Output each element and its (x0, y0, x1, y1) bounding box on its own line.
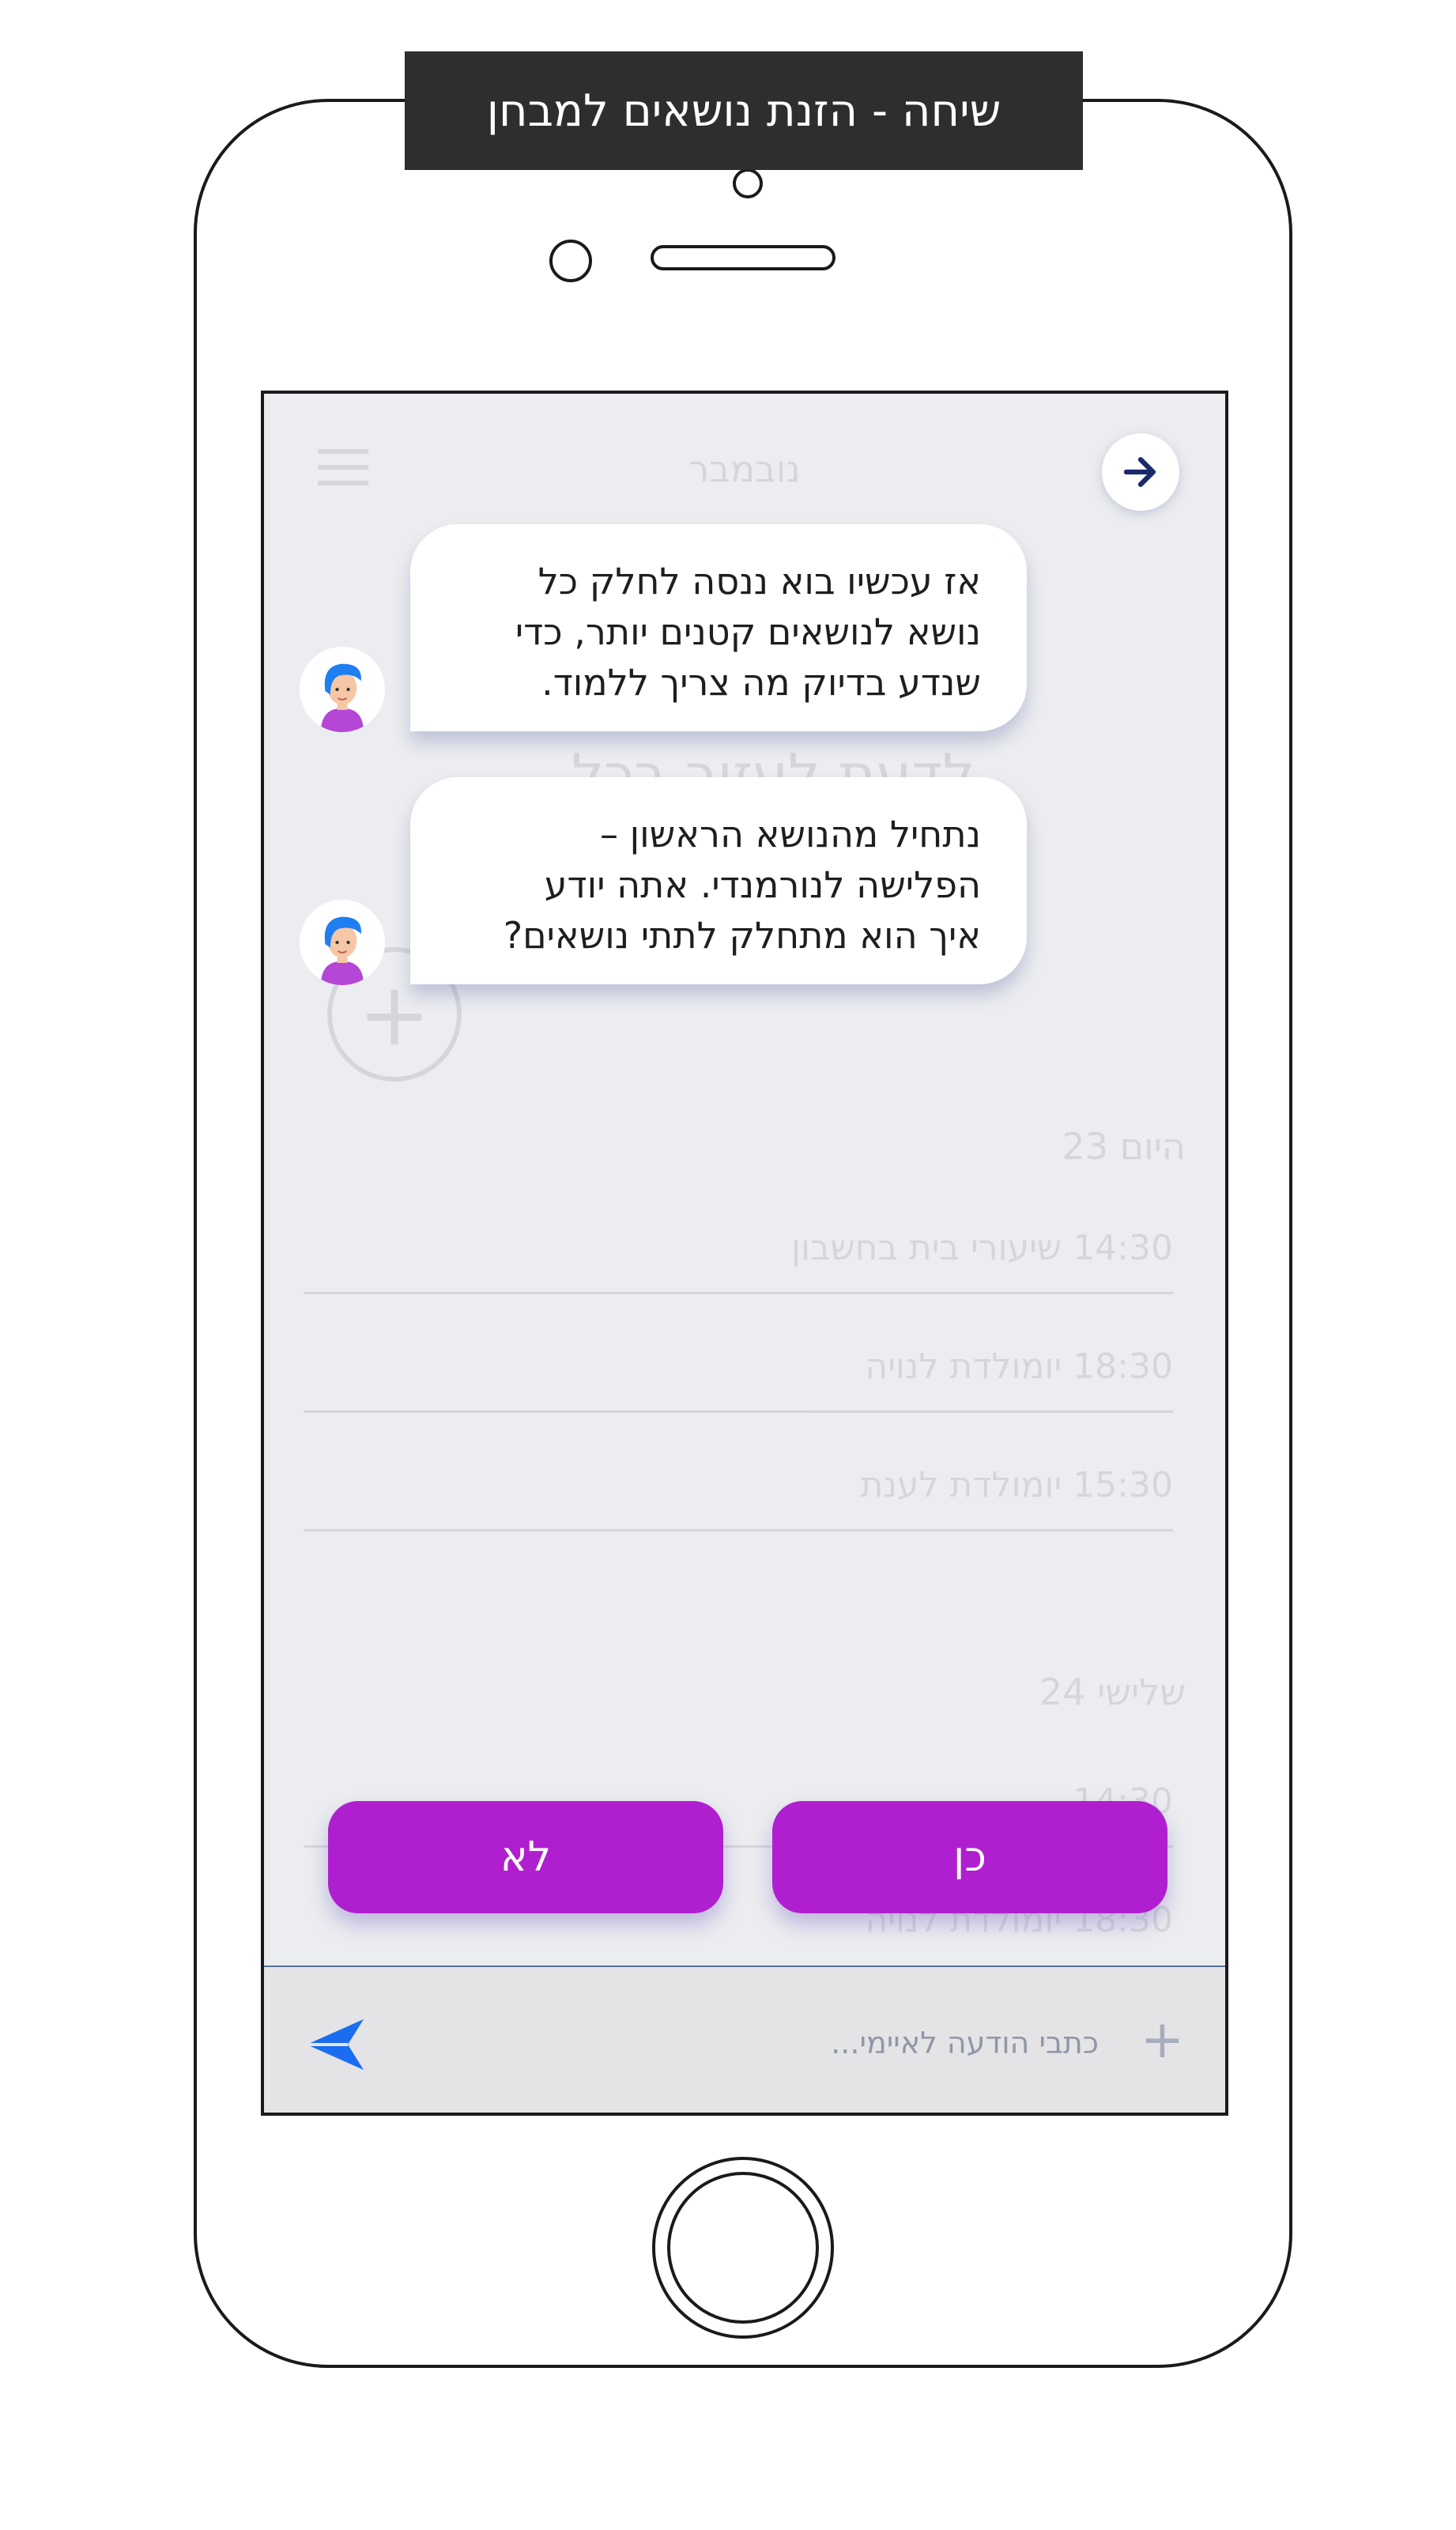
message-composer: + כתבי הודעה לאיימי... (264, 1965, 1225, 2113)
chat-bubble: אז עכשיו בוא ננסה לחלק כל נושא לנושאים ק… (410, 524, 1027, 731)
page-title: שיחה - הזנת נושאים למבחן (405, 51, 1083, 170)
list-item: 18:30 יומולדת לנויה (304, 1346, 1173, 1413)
proximity-sensor (549, 240, 592, 282)
chat-message: אז עכשיו בוא ננסה לחלק כל נושא לנושאים ק… (300, 524, 1074, 732)
arrow-right-icon (1123, 457, 1156, 487)
home-button-inner (667, 2172, 819, 2324)
month-label: נובמבר (688, 447, 801, 490)
message-input[interactable]: כתבי הודעה לאיימי... (831, 2026, 1099, 2060)
yes-button[interactable]: כן (772, 1801, 1167, 1913)
chat-message: נתחיל מהנושא הראשון – הפלישה לנורמנדי. א… (300, 777, 1074, 985)
back-button[interactable] (1102, 433, 1179, 511)
list-item: 14:30 שיעורי בית בחשבון (304, 1228, 1173, 1294)
plus-icon[interactable]: + (1141, 2014, 1184, 2066)
bot-avatar (300, 647, 385, 732)
list-item: 15:30 יומולדת לענת (304, 1465, 1173, 1531)
send-icon[interactable] (304, 2013, 367, 2076)
bot-avatar (300, 900, 385, 985)
app-screen: נובמבר לדעת לעזור בכל... + היום 23 14:30… (261, 391, 1228, 2116)
day-label: שלישי 24 (1039, 1671, 1186, 1713)
chat-bubble: נתחיל מהנושא הראשון – הפלישה לנורמנדי. א… (410, 777, 1027, 984)
earpiece-speaker (651, 245, 836, 270)
no-button[interactable]: לא (328, 1801, 723, 1913)
front-camera (733, 168, 763, 198)
day-label: היום 23 (1062, 1125, 1186, 1168)
